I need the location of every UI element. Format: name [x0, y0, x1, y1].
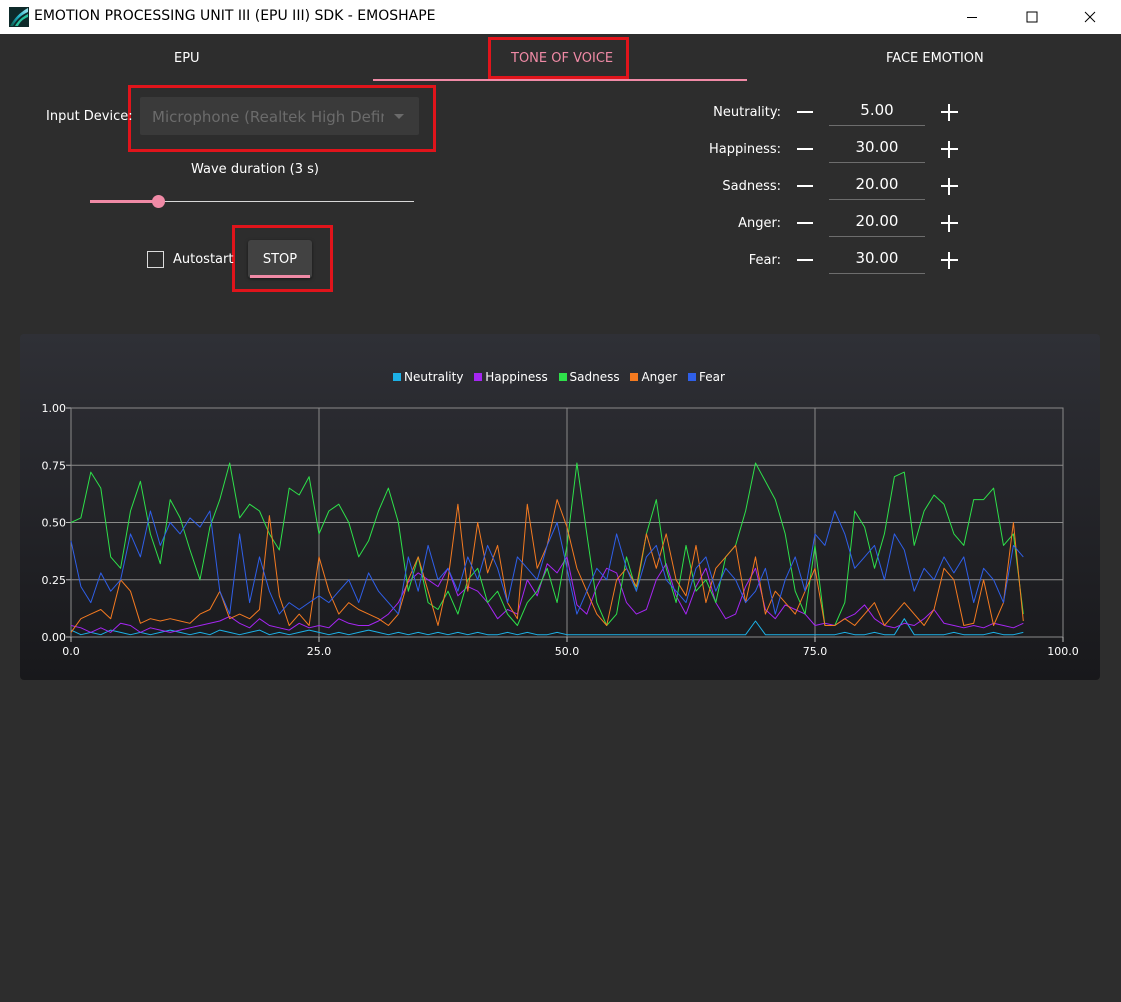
close-button[interactable]: [1067, 0, 1113, 34]
series-line-fear: [70, 510, 1024, 615]
x-tick-label: 50.0: [555, 645, 580, 658]
y-tick-label: 0.50: [42, 517, 67, 530]
y-tick-label: 1.00: [42, 402, 67, 415]
y-tick-label: 0.00: [42, 631, 67, 644]
maximize-icon: [1026, 11, 1038, 23]
minimize-button[interactable]: [949, 0, 995, 34]
maximize-button[interactable]: [1009, 0, 1055, 34]
app-logo-icon: [9, 7, 29, 27]
window-title: EMOTION PROCESSING UNIT III (EPU III) SD…: [34, 8, 436, 24]
y-tick-label: 0.25: [42, 574, 67, 587]
x-tick-label: 0.0: [62, 645, 80, 658]
emotion-line-chart: 0.00 0.25 0.50 0.75 1.00 0.0 25.0 50.0 75.0 100.0: [42, 402, 1079, 658]
app-body: EPU TONE OF VOICE FACE EMOTION Input Dev…: [0, 34, 1121, 1002]
series-line-neutrality: [70, 618, 1024, 636]
x-tick-label: 100.0: [1047, 645, 1079, 658]
x-tick-label: 25.0: [307, 645, 332, 658]
y-tick-label: 0.75: [42, 459, 67, 472]
minimize-icon: [967, 17, 977, 18]
x-tick-label: 75.0: [803, 645, 828, 658]
close-icon: [1084, 11, 1096, 23]
window-titlebar: EMOTION PROCESSING UNIT III (EPU III) SD…: [0, 0, 1121, 34]
